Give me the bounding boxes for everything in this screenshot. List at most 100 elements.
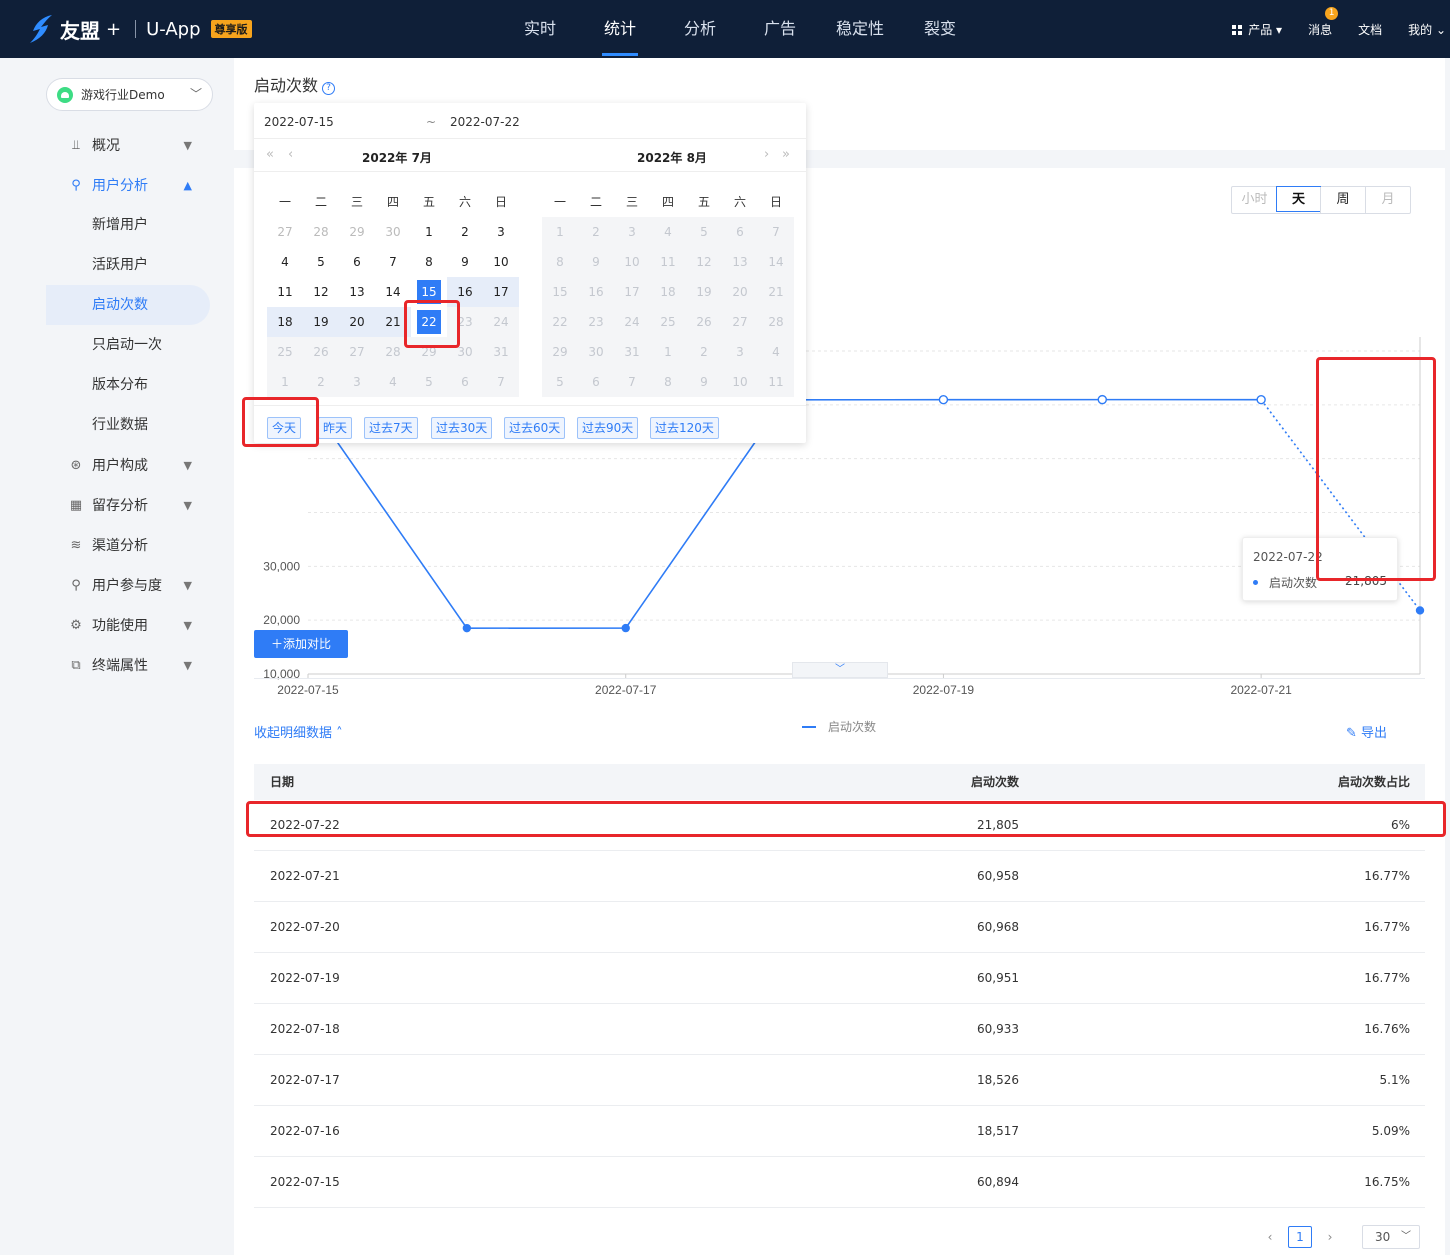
calendar-day[interactable]: 27 bbox=[722, 307, 758, 337]
calendar-day[interactable]: 7 bbox=[614, 367, 650, 397]
preset-last-120-days[interactable]: 过去120天 bbox=[650, 417, 719, 439]
next-year-icon[interactable]: » bbox=[782, 147, 790, 162]
calendar-day[interactable]: 28 bbox=[758, 307, 794, 337]
calendar-day[interactable]: 5 bbox=[686, 217, 722, 247]
messages-button[interactable]: 消息 1 bbox=[1308, 6, 1339, 38]
calendar-day[interactable]: 31 bbox=[483, 337, 519, 367]
calendar-day[interactable]: 2 bbox=[686, 337, 722, 367]
calendar-day[interactable]: 21 bbox=[758, 277, 794, 307]
sidebar-item-retention[interactable]: ▦ 留存分析 ▼ bbox=[46, 485, 210, 525]
docs-link[interactable]: 文档 bbox=[1358, 21, 1382, 38]
sidebar-item-device-properties[interactable]: ⧉ 终端属性 ▼ bbox=[46, 645, 210, 685]
calendar-day[interactable]: 20 bbox=[339, 307, 375, 337]
calendar-day[interactable]: 6 bbox=[722, 217, 758, 247]
calendar-day[interactable]: 1 bbox=[542, 217, 578, 247]
calendar-day[interactable]: 27 bbox=[267, 217, 303, 247]
calendar-day[interactable]: 1 bbox=[411, 217, 447, 247]
calendar-day[interactable]: 3 bbox=[614, 217, 650, 247]
nav-statistics[interactable]: 统计 bbox=[580, 0, 660, 58]
sidebar-item-channel[interactable]: ≋ 渠道分析 bbox=[46, 525, 210, 565]
sidebar-subitem-new-users[interactable]: 新增用户 bbox=[46, 205, 210, 245]
calendar-day[interactable]: 31 bbox=[614, 337, 650, 367]
calendar-day[interactable]: 6 bbox=[447, 367, 483, 397]
preset-last-90-days[interactable]: 过去90天 bbox=[577, 417, 639, 439]
calendar-day[interactable]: 9 bbox=[686, 367, 722, 397]
calendar-day[interactable]: 5 bbox=[542, 367, 578, 397]
sidebar-subitem-active-users[interactable]: 活跃用户 bbox=[46, 245, 210, 285]
calendar-day[interactable]: 5 bbox=[411, 367, 447, 397]
calendar-day[interactable]: 10 bbox=[614, 247, 650, 277]
nav-analysis[interactable]: 分析 bbox=[660, 0, 740, 58]
prev-page-icon[interactable]: ‹ bbox=[1258, 1226, 1282, 1248]
sidebar-item-overview[interactable]: ⫫ 概况 ▼ bbox=[46, 125, 210, 165]
prev-year-icon[interactable]: « bbox=[266, 147, 274, 162]
calendar-day[interactable]: 18 bbox=[267, 307, 303, 337]
calendar-day[interactable]: 18 bbox=[650, 277, 686, 307]
mine-menu[interactable]: 我的 ⌄ bbox=[1408, 21, 1446, 38]
calendar-day[interactable]: 30 bbox=[375, 217, 411, 247]
chart-collapse-toggle[interactable]: ﹀ bbox=[792, 662, 888, 678]
left-month-title[interactable]: 2022年 7月 bbox=[362, 149, 432, 166]
calendar-day[interactable]: 26 bbox=[303, 337, 339, 367]
nav-fission[interactable]: 裂变 bbox=[900, 0, 980, 58]
calendar-day[interactable]: 3 bbox=[483, 217, 519, 247]
nav-ads[interactable]: 广告 bbox=[740, 0, 820, 58]
calendar-day[interactable]: 29 bbox=[542, 337, 578, 367]
calendar-day[interactable]: 8 bbox=[542, 247, 578, 277]
sidebar-item-user-analysis[interactable]: ⚲ 用户分析 ▲ bbox=[46, 165, 210, 205]
product-menu[interactable]: 产品 ▾ bbox=[1232, 21, 1282, 38]
calendar-day[interactable]: 11 bbox=[650, 247, 686, 277]
calendar-day[interactable]: 4 bbox=[267, 247, 303, 277]
calendar-day[interactable]: 12 bbox=[686, 247, 722, 277]
preset-last-60-days[interactable]: 过去60天 bbox=[504, 417, 566, 439]
sidebar-item-feature-usage[interactable]: ⚙ 功能使用 ▼ bbox=[46, 605, 210, 645]
app-selector[interactable]: 游戏行业Demo ﹀ bbox=[46, 78, 213, 111]
calendar-day[interactable]: 7 bbox=[483, 367, 519, 397]
calendar-day[interactable]: 23 bbox=[578, 307, 614, 337]
prev-month-icon[interactable]: ‹ bbox=[288, 147, 293, 162]
calendar-day[interactable]: 2 bbox=[578, 217, 614, 247]
calendar-day[interactable]: 3 bbox=[722, 337, 758, 367]
sidebar-item-engagement[interactable]: ⚲ 用户参与度 ▼ bbox=[46, 565, 210, 605]
next-page-icon[interactable]: › bbox=[1318, 1226, 1342, 1248]
calendar-day[interactable]: 4 bbox=[758, 337, 794, 367]
calendar-day[interactable]: 22 bbox=[542, 307, 578, 337]
calendar-day[interactable]: 24 bbox=[483, 307, 519, 337]
add-compare-button[interactable]: ＋添加对比 bbox=[254, 630, 348, 658]
start-date-input[interactable]: 2022-07-15 bbox=[264, 115, 334, 129]
calendar-day[interactable]: 30 bbox=[578, 337, 614, 367]
calendar-day[interactable]: 16 bbox=[578, 277, 614, 307]
calendar-day[interactable]: 19 bbox=[303, 307, 339, 337]
calendar-day[interactable]: 1 bbox=[650, 337, 686, 367]
calendar-day[interactable]: 7 bbox=[758, 217, 794, 247]
next-month-icon[interactable]: › bbox=[764, 147, 769, 162]
end-date-input[interactable]: 2022-07-22 bbox=[450, 115, 520, 129]
calendar-day[interactable]: 17 bbox=[614, 277, 650, 307]
calendar-day[interactable]: 4 bbox=[650, 217, 686, 247]
calendar-day[interactable]: 12 bbox=[303, 277, 339, 307]
nav-stability[interactable]: 稳定性 bbox=[820, 0, 900, 58]
calendar-day[interactable]: 9 bbox=[447, 247, 483, 277]
calendar-day[interactable]: 9 bbox=[578, 247, 614, 277]
calendar-day[interactable]: 8 bbox=[650, 367, 686, 397]
preset-last-30-days[interactable]: 过去30天 bbox=[431, 417, 493, 439]
calendar-day[interactable]: 28 bbox=[303, 217, 339, 247]
calendar-day[interactable]: 6 bbox=[339, 247, 375, 277]
calendar-day[interactable]: 6 bbox=[578, 367, 614, 397]
calendar-day[interactable]: 7 bbox=[375, 247, 411, 277]
right-month-title[interactable]: 2022年 8月 bbox=[637, 149, 707, 166]
preset-last-7-days[interactable]: 过去7天 bbox=[364, 417, 418, 439]
calendar-day[interactable]: 10 bbox=[722, 367, 758, 397]
help-icon[interactable]: ? bbox=[322, 82, 336, 95]
calendar-day[interactable]: 14 bbox=[758, 247, 794, 277]
calendar-day[interactable]: 8 bbox=[411, 247, 447, 277]
calendar-day[interactable]: 1 bbox=[267, 367, 303, 397]
calendar-day[interactable]: 13 bbox=[339, 277, 375, 307]
sidebar-subitem-single-launch[interactable]: 只启动一次 bbox=[46, 325, 210, 365]
calendar-day[interactable]: 11 bbox=[267, 277, 303, 307]
calendar-day[interactable]: 19 bbox=[686, 277, 722, 307]
sidebar-subitem-launches[interactable]: 启动次数 bbox=[46, 285, 210, 325]
calendar-day[interactable]: 2 bbox=[303, 367, 339, 397]
calendar-day[interactable]: 17 bbox=[483, 277, 519, 307]
calendar-day[interactable]: 25 bbox=[267, 337, 303, 367]
